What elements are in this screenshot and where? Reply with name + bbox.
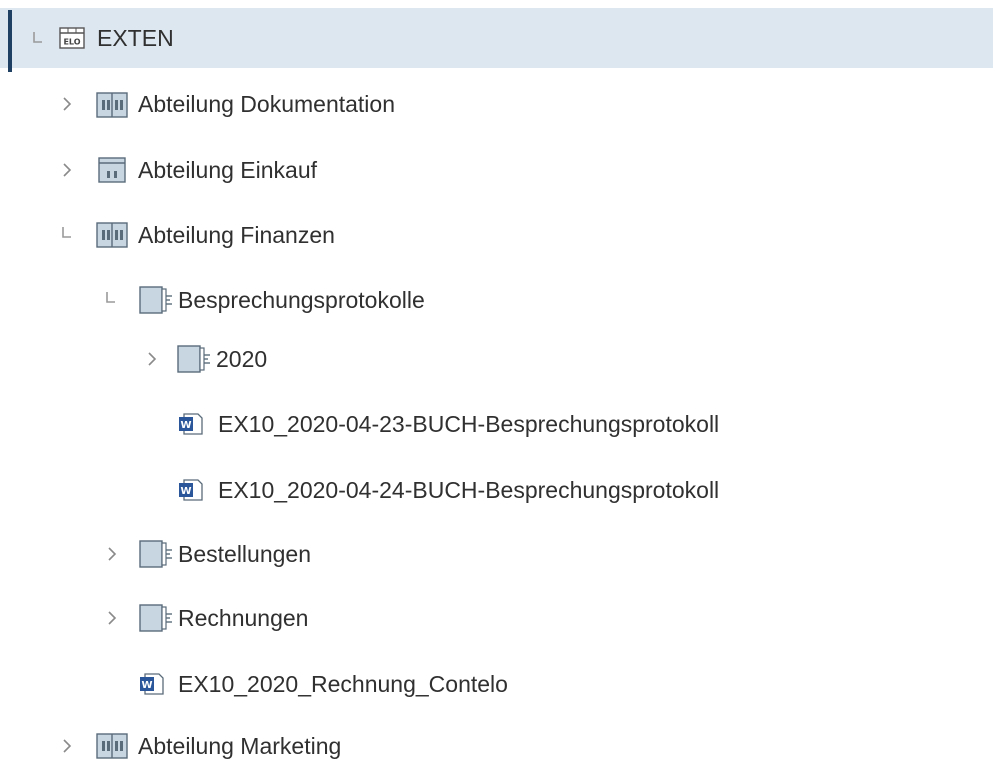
tree-item-label: Abteilung Einkauf	[138, 156, 318, 183]
repository-tree: ELO EXTEN Abteilung Dokumentation Abteil…	[0, 0, 993, 759]
tree-item-label: 2020	[216, 345, 268, 372]
tree-item-document[interactable]: W EX10_2020-04-24-BUCH-Besprechungsproto…	[0, 462, 993, 518]
tree-item-label: EX10_2020-04-24-BUCH-Besprechungsprotoko…	[218, 476, 720, 503]
chevron-right-icon[interactable]	[105, 544, 119, 564]
word-document-icon: W	[139, 672, 165, 696]
word-document-icon: W	[178, 412, 204, 436]
cabinet-icon	[96, 92, 128, 118]
collapse-icon[interactable]	[103, 288, 117, 308]
folder-icon	[177, 345, 213, 373]
chevron-right-icon[interactable]	[105, 608, 119, 628]
cabinet-icon	[96, 733, 128, 759]
svg-text:W: W	[141, 680, 152, 691]
tree-item-besprechungsprotokolle[interactable]: Besprechungsprotokolle	[0, 272, 993, 328]
elo-repository-icon: ELO	[59, 27, 85, 49]
chevron-right-icon[interactable]	[60, 94, 74, 114]
tree-item-label: EX10_2020_Rechnung_Contelo	[178, 670, 508, 697]
tree-item-label: EXTEN	[97, 24, 174, 51]
tree-item-abteilung-marketing[interactable]: Abteilung Marketing	[0, 718, 993, 774]
tree-item-label: EX10_2020-04-23-BUCH-Besprechungsprotoko…	[218, 410, 720, 437]
chevron-right-icon[interactable]	[60, 736, 74, 756]
tree-item-label: Bestellungen	[178, 540, 311, 567]
tree-item-rechnungen[interactable]: Rechnungen	[0, 590, 993, 646]
tree-item-bestellungen[interactable]: Bestellungen	[0, 526, 993, 582]
tree-item-2020[interactable]: 2020	[0, 331, 993, 387]
folder-icon	[139, 540, 175, 568]
svg-text:W: W	[180, 486, 191, 497]
collapse-icon[interactable]	[59, 223, 73, 243]
tree-item-abteilung-finanzen[interactable]: Abteilung Finanzen	[0, 207, 993, 263]
tree-item-abteilung-einkauf[interactable]: Abteilung Einkauf	[0, 142, 993, 198]
tree-item-label: Abteilung Dokumentation	[138, 90, 395, 117]
tree-item-label: Abteilung Finanzen	[138, 221, 335, 248]
cabinet-single-icon	[98, 157, 126, 183]
tree-item-abteilung-dokumentation[interactable]: Abteilung Dokumentation	[0, 76, 993, 132]
selection-indicator	[8, 10, 12, 72]
tree-item-document[interactable]: W EX10_2020-04-23-BUCH-Besprechungsproto…	[0, 396, 993, 452]
chevron-right-icon[interactable]	[60, 160, 74, 180]
tree-item-label: Besprechungsprotokolle	[178, 286, 425, 313]
chevron-right-icon[interactable]	[145, 349, 159, 369]
tree-item-document[interactable]: W EX10_2020_Rechnung_Contelo	[0, 656, 993, 712]
svg-text:W: W	[180, 420, 191, 431]
tree-item-label: Abteilung Marketing	[138, 732, 342, 759]
tree-item-exten[interactable]: ELO EXTEN	[0, 8, 993, 72]
tree-item-label: Rechnungen	[178, 604, 309, 631]
collapse-icon[interactable]	[30, 28, 44, 48]
word-document-icon: W	[178, 478, 204, 502]
svg-text:ELO: ELO	[63, 38, 80, 47]
cabinet-icon	[96, 222, 128, 248]
folder-icon	[139, 286, 175, 314]
folder-icon	[139, 604, 175, 632]
